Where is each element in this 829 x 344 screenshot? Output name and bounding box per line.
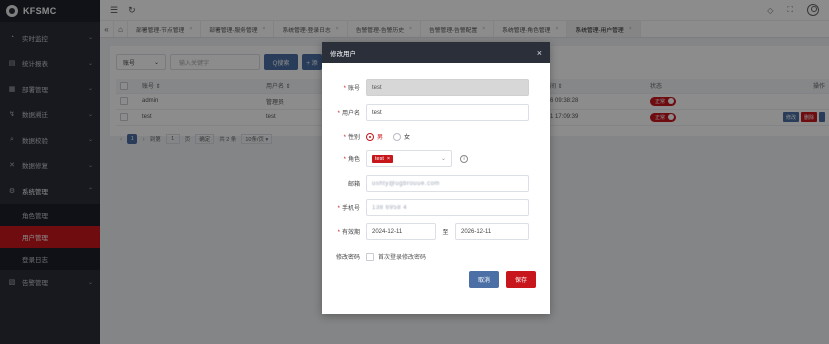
- dialog-header: 修改用户 ×: [322, 42, 550, 63]
- gender-male-radio[interactable]: 男: [366, 132, 383, 141]
- chevron-down-icon: ⌄: [440, 156, 446, 162]
- row-password: 修改密码 首次登录修改密码: [322, 248, 550, 265]
- row-username: * 用户名 test: [322, 104, 550, 121]
- radio-dot: [393, 132, 402, 141]
- username-label-text: 用户名: [341, 111, 360, 117]
- close-icon[interactable]: ×: [537, 48, 542, 58]
- username-label: * 用户名: [337, 111, 360, 117]
- save-button[interactable]: 保存: [506, 271, 536, 288]
- account-field: test: [366, 79, 529, 96]
- row-gender: * 性别 男 女: [322, 128, 550, 145]
- email-value: ushty@ugbrouue.com: [372, 180, 440, 187]
- role-select[interactable]: test × ⌄: [366, 150, 452, 167]
- validity-start-field[interactable]: 2024-12-11: [366, 223, 436, 240]
- password-label: 修改密码: [335, 255, 360, 261]
- dialog-title: 修改用户: [330, 50, 356, 58]
- validity-label: * 有效期: [337, 230, 360, 236]
- validity-end-field[interactable]: 2026-12-11: [455, 223, 529, 240]
- phone-value: 138 6958 4: [372, 204, 408, 211]
- gender-label: * 性别: [343, 135, 360, 141]
- info-icon[interactable]: i: [460, 154, 468, 163]
- role-label-text: 角色: [347, 157, 360, 163]
- gender-female-label: 女: [404, 135, 411, 141]
- row-email: 邮箱 ushty@ugbrouue.com: [322, 175, 550, 192]
- role-tag: test ×: [372, 154, 394, 163]
- validity-label-text: 有效期: [341, 230, 360, 236]
- validity-separator: 至: [442, 230, 449, 236]
- tag-close-icon[interactable]: ×: [387, 156, 390, 162]
- role-label: * 角色: [343, 157, 360, 163]
- phone-label: * 手机号: [337, 206, 360, 212]
- gender-male-label: 男: [377, 135, 384, 141]
- cancel-button[interactable]: 取消: [469, 271, 499, 288]
- radio-dot: [366, 132, 374, 141]
- phone-label-text: 手机号: [341, 206, 360, 212]
- phone-field[interactable]: 138 6958 4: [366, 199, 529, 216]
- account-label-text: 账号: [347, 86, 360, 92]
- edit-user-dialog: 修改用户 × * 账号 test * 用户名 test * 性别 男 女 * 角色 te…: [322, 42, 550, 314]
- row-validity: * 有效期 2024-12-11 至 2026-12-11: [322, 223, 550, 240]
- role-tag-label: test: [375, 155, 384, 162]
- row-phone: * 手机号 138 6958 4: [322, 199, 550, 216]
- email-field[interactable]: ushty@ugbrouue.com: [366, 175, 529, 192]
- row-account: * 账号 test: [322, 79, 550, 96]
- row-role: * 角色 test × ⌄ i: [322, 150, 550, 167]
- first-login-password-checkbox[interactable]: [366, 252, 374, 261]
- account-label: * 账号: [343, 86, 360, 92]
- gender-label-text: 性别: [347, 135, 360, 141]
- first-login-password-label: 首次登录修改密码: [378, 255, 427, 261]
- email-label: 邮箱: [347, 182, 360, 188]
- username-field[interactable]: test: [366, 104, 529, 121]
- gender-female-radio[interactable]: 女: [393, 132, 410, 141]
